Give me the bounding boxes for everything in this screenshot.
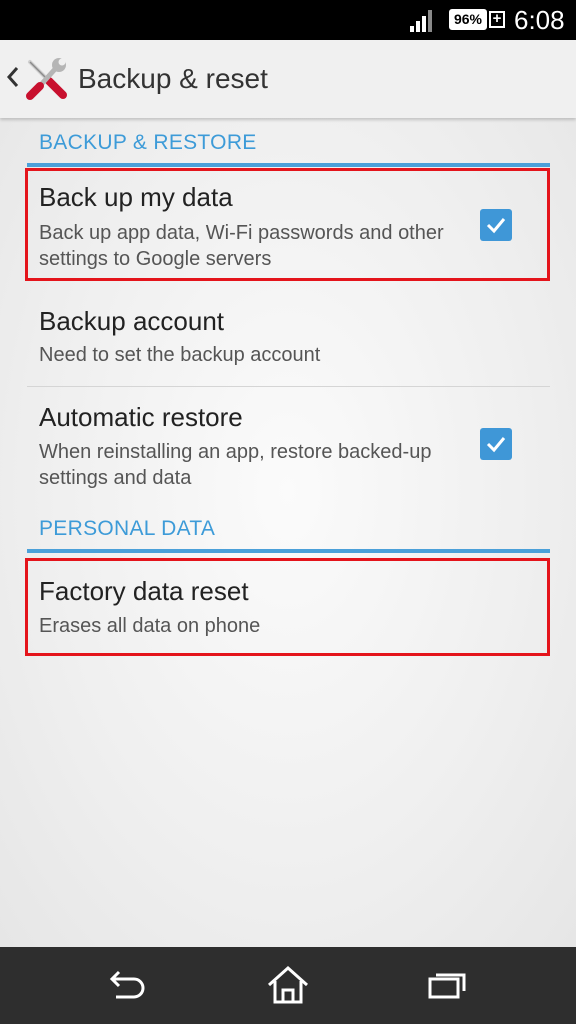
home-icon[interactable] — [266, 965, 310, 1005]
clock: 6:08 — [514, 5, 565, 35]
back-arrow-icon[interactable] — [106, 965, 150, 1005]
automatic-restore-checkbox[interactable] — [480, 428, 512, 460]
settings-list: BACKUP & RESTORE Back up my data Back up… — [0, 118, 576, 947]
charging-icon: + — [489, 11, 505, 28]
checkmark-icon — [486, 437, 506, 453]
item-summary: When reinstalling an app, restore backed… — [39, 441, 432, 489]
item-title: Automatic restore — [39, 402, 243, 432]
highlight-box — [25, 168, 550, 281]
highlight-box — [25, 558, 550, 656]
battery-percent: 96% — [453, 11, 483, 27]
signal-icon — [410, 10, 432, 32]
item-summary: Need to set the backup account — [39, 344, 321, 366]
status-bar: 96% + 6:08 — [0, 0, 576, 40]
item-divider — [27, 386, 550, 387]
automatic-restore-item[interactable]: Automatic restore When reinstalling an a… — [27, 388, 550, 496]
backup-account-item[interactable]: Backup account Need to set the backup ac… — [27, 286, 550, 386]
battery-icon: 96% — [449, 9, 487, 30]
item-title: Backup account — [39, 306, 225, 336]
navigation-bar — [0, 947, 576, 1024]
chevron-left-icon[interactable] — [6, 64, 20, 90]
action-bar: Backup & reset — [0, 40, 576, 118]
section-header-backup-restore: BACKUP & RESTORE — [39, 131, 257, 154]
section-header-personal-data: PERSONAL DATA — [39, 517, 216, 540]
section-divider — [27, 163, 550, 167]
page-title: Backup & reset — [78, 63, 268, 94]
section-divider — [27, 549, 550, 553]
tools-icon[interactable] — [22, 54, 70, 102]
recent-apps-icon[interactable] — [426, 965, 470, 1005]
